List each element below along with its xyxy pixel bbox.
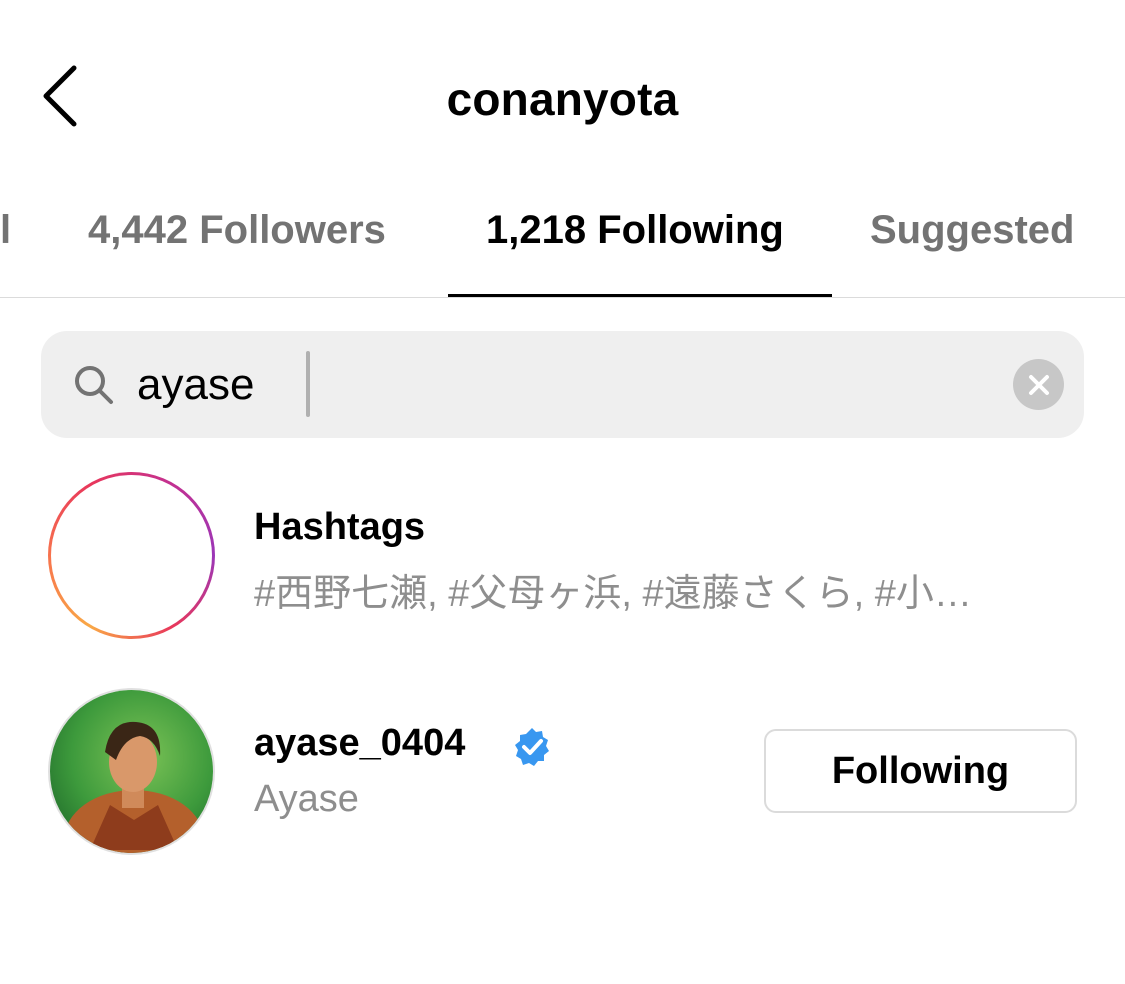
hashtags-result[interactable]: Hashtags #西野七瀬, #父母ヶ浜, #遠藤さくら, #小… bbox=[0, 472, 1125, 642]
text-cursor bbox=[306, 351, 310, 417]
tab-bar: l 4,442 Followers 1,218 Following Sugges… bbox=[0, 190, 1125, 298]
result-subtitle: #西野七瀬, #父母ヶ浜, #遠藤さくら, #小… bbox=[254, 573, 972, 615]
search-icon bbox=[75, 366, 113, 404]
avatar bbox=[48, 688, 215, 855]
search-bar bbox=[41, 331, 1084, 438]
tab-following[interactable]: 1,218 Following bbox=[486, 208, 784, 258]
page-title: conanyota bbox=[446, 73, 679, 125]
close-icon bbox=[1028, 374, 1049, 395]
hashtag-icon bbox=[97, 507, 166, 604]
tab-followers[interactable]: 4,442 Followers bbox=[88, 208, 386, 258]
username: ayase_0404 bbox=[254, 722, 466, 764]
active-tab-indicator bbox=[448, 294, 832, 297]
tab-suggested[interactable]: Suggested bbox=[870, 208, 1074, 258]
hashtag-avatar bbox=[48, 472, 215, 639]
tab-mutual[interactable]: l bbox=[0, 208, 11, 258]
following-button[interactable]: Following bbox=[764, 729, 1077, 813]
top-bar: conanyota bbox=[0, 0, 1125, 190]
profile-photo bbox=[50, 690, 213, 853]
search-input[interactable] bbox=[137, 353, 957, 417]
verified-badge-icon bbox=[515, 728, 549, 766]
result-title: Hashtags bbox=[254, 506, 426, 548]
following-page: conanyota l 4,442 Followers 1,218 Follow… bbox=[0, 0, 1125, 984]
clear-search-button[interactable] bbox=[1013, 359, 1064, 410]
